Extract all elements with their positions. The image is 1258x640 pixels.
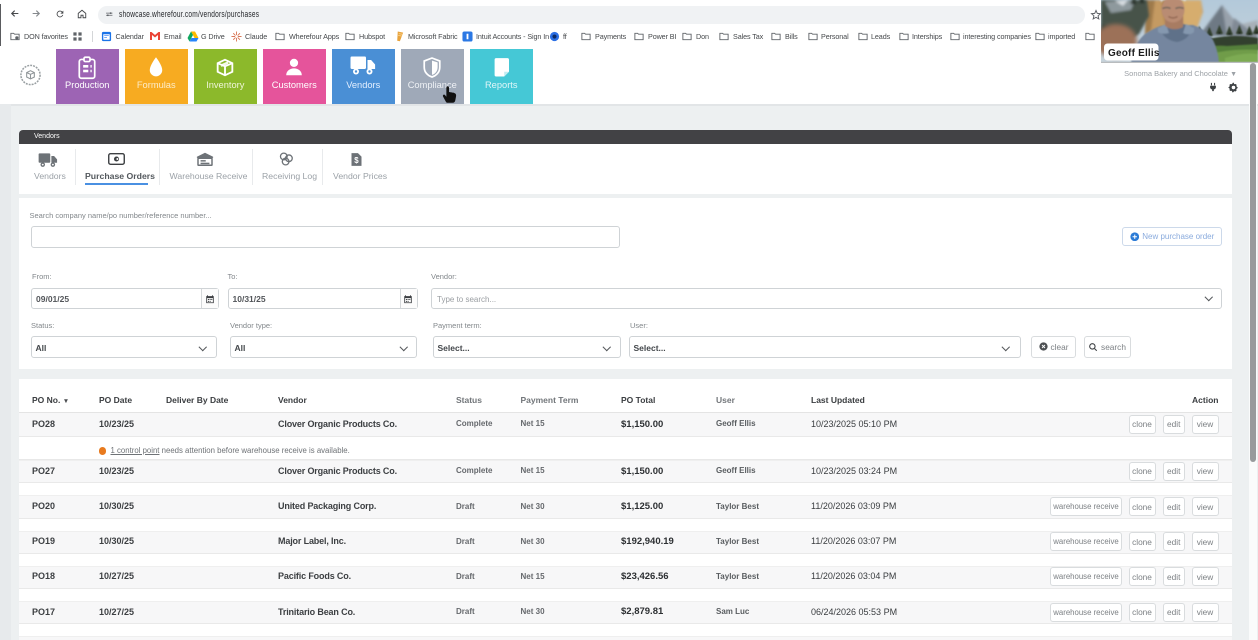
svg-text:$: $ [354, 156, 359, 165]
svg-text:Geoff Ellis: Geoff Ellis [1108, 48, 1160, 59]
